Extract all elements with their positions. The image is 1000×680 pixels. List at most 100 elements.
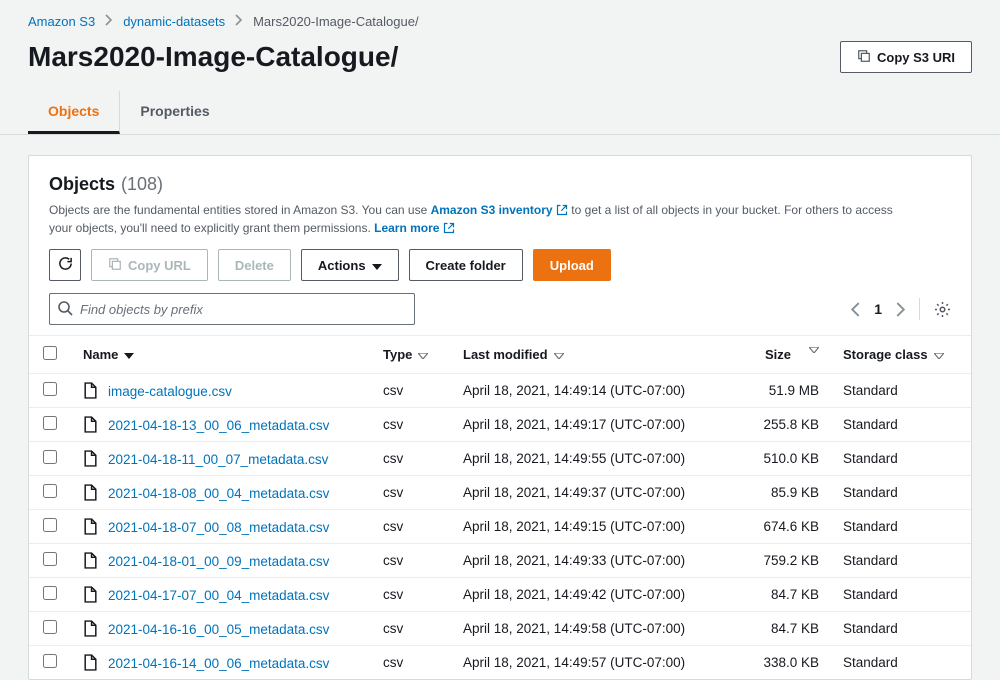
- cell-storage-class: Standard: [831, 612, 971, 646]
- tabs: Objects Properties: [0, 91, 1000, 135]
- cell-type: csv: [371, 578, 451, 612]
- delete-button[interactable]: Delete: [218, 249, 291, 281]
- row-checkbox[interactable]: [43, 518, 57, 532]
- table-row: 2021-04-18-11_00_07_metadata.csvcsvApril…: [29, 442, 971, 476]
- col-size[interactable]: Size: [765, 347, 791, 362]
- sort-icon[interactable]: [554, 353, 564, 359]
- object-link[interactable]: 2021-04-17-07_00_04_metadata.csv: [108, 588, 329, 603]
- table-row: 2021-04-16-16_00_05_metadata.csvcsvApril…: [29, 612, 971, 646]
- cell-type: csv: [371, 612, 451, 646]
- cell-size: 255.8 KB: [721, 408, 831, 442]
- object-link[interactable]: 2021-04-18-13_00_06_metadata.csv: [108, 418, 329, 433]
- tab-objects[interactable]: Objects: [28, 91, 120, 134]
- row-checkbox[interactable]: [43, 620, 57, 634]
- cell-type: csv: [371, 374, 451, 408]
- chevron-right-icon: [105, 14, 113, 29]
- refresh-button[interactable]: [49, 249, 81, 281]
- row-checkbox[interactable]: [43, 654, 57, 668]
- upload-button[interactable]: Upload: [533, 249, 611, 281]
- page-number: 1: [874, 301, 882, 317]
- file-icon: [83, 586, 98, 603]
- row-checkbox[interactable]: [43, 586, 57, 600]
- file-icon: [83, 654, 98, 671]
- file-icon: [83, 484, 98, 501]
- row-checkbox[interactable]: [43, 450, 57, 464]
- cell-last-modified: April 18, 2021, 14:49:15 (UTC-07:00): [451, 510, 721, 544]
- copy-s3-uri-button[interactable]: Copy S3 URI: [840, 41, 972, 73]
- cell-size: 338.0 KB: [721, 646, 831, 680]
- link-text: Amazon S3 inventory: [431, 203, 553, 217]
- cell-storage-class: Standard: [831, 578, 971, 612]
- next-page-button[interactable]: [896, 302, 905, 317]
- table-row: 2021-04-18-13_00_06_metadata.csv csvApril…: [29, 408, 971, 442]
- sort-desc-icon[interactable]: [124, 353, 134, 359]
- table-row: 2021-04-18-08_00_04_metadata.csvcsvApril…: [29, 476, 971, 510]
- cell-storage-class: Standard: [831, 442, 971, 476]
- cell-size: 84.7 KB: [721, 612, 831, 646]
- cell-size: 85.9 KB: [721, 476, 831, 510]
- col-name[interactable]: Name: [83, 347, 118, 362]
- cell-type: csv: [371, 646, 451, 680]
- cell-type: csv: [371, 510, 451, 544]
- file-icon: [83, 382, 98, 399]
- object-link[interactable]: 2021-04-18-07_00_08_metadata.csv: [108, 520, 329, 535]
- cell-last-modified: April 18, 2021, 14:49:33 (UTC-07:00): [451, 544, 721, 578]
- cell-type: csv: [371, 442, 451, 476]
- cell-size: 759.2 KB: [721, 544, 831, 578]
- cell-storage-class: Standard: [831, 374, 971, 408]
- col-last-modified[interactable]: Last modified: [463, 347, 548, 362]
- external-link-icon: [556, 204, 568, 216]
- cell-last-modified: April 18, 2021, 14:49:57 (UTC-07:00): [451, 646, 721, 680]
- table-row: 2021-04-18-07_00_08_metadata.csv csvApril…: [29, 510, 971, 544]
- cell-last-modified: April 18, 2021, 14:49:17 (UTC-07:00): [451, 408, 721, 442]
- cell-storage-class: Standard: [831, 646, 971, 680]
- object-link[interactable]: image-catalogue.csv: [108, 384, 232, 399]
- table-row: 2021-04-18-01_00_09_metadata.csvcsvApril…: [29, 544, 971, 578]
- object-link[interactable]: 2021-04-16-16_00_05_metadata.csv: [108, 622, 329, 637]
- cell-type: csv: [371, 476, 451, 510]
- breadcrumb-current: Mars2020-Image-Catalogue/: [253, 14, 418, 29]
- settings-button[interactable]: [934, 301, 951, 318]
- object-count: (108): [121, 174, 163, 195]
- link-text: Learn more: [374, 221, 439, 235]
- cell-type: csv: [371, 408, 451, 442]
- row-checkbox[interactable]: [43, 416, 57, 430]
- row-checkbox[interactable]: [43, 552, 57, 566]
- button-label: Copy URL: [128, 258, 191, 273]
- desc-text: Objects are the fundamental entities sto…: [49, 203, 431, 217]
- cell-storage-class: Standard: [831, 510, 971, 544]
- select-all-checkbox[interactable]: [43, 346, 57, 360]
- tab-properties[interactable]: Properties: [120, 91, 229, 134]
- inventory-link[interactable]: Amazon S3 inventory: [431, 203, 572, 217]
- cell-storage-class: Standard: [831, 476, 971, 510]
- objects-panel: Objects (108) Objects are the fundamenta…: [28, 155, 972, 680]
- cell-storage-class: Standard: [831, 408, 971, 442]
- file-icon: [83, 518, 98, 535]
- object-link[interactable]: 2021-04-18-11_00_07_metadata.csv: [108, 452, 328, 467]
- table-row: 2021-04-16-14_00_06_metadata.csv csvApril…: [29, 646, 971, 680]
- object-link[interactable]: 2021-04-18-08_00_04_metadata.csv: [108, 486, 329, 501]
- prev-page-button[interactable]: [851, 302, 860, 317]
- row-checkbox[interactable]: [43, 484, 57, 498]
- cell-size: 84.7 KB: [721, 578, 831, 612]
- sort-icon[interactable]: [418, 353, 428, 359]
- object-link[interactable]: 2021-04-18-01_00_09_metadata.csv: [108, 554, 329, 569]
- learn-more-link[interactable]: Learn more: [374, 221, 455, 235]
- object-link[interactable]: 2021-04-16-14_00_06_metadata.csv: [108, 656, 329, 671]
- page-title: Mars2020-Image-Catalogue/: [28, 41, 398, 73]
- copy-url-button[interactable]: Copy URL: [91, 249, 208, 281]
- col-storage-class[interactable]: Storage class: [843, 347, 928, 362]
- breadcrumb-root[interactable]: Amazon S3: [28, 14, 95, 29]
- file-icon: [83, 620, 98, 637]
- breadcrumb-bucket[interactable]: dynamic-datasets: [123, 14, 225, 29]
- external-link-icon: [443, 222, 455, 234]
- row-checkbox[interactable]: [43, 382, 57, 396]
- sort-icon[interactable]: [809, 347, 819, 362]
- search-input[interactable]: [49, 293, 415, 325]
- create-folder-button[interactable]: Create folder: [409, 249, 523, 281]
- col-type[interactable]: Type: [383, 347, 412, 362]
- copy-icon: [857, 49, 871, 66]
- copy-icon: [108, 257, 122, 274]
- actions-button[interactable]: Actions: [301, 249, 399, 281]
- sort-icon[interactable]: [934, 353, 944, 359]
